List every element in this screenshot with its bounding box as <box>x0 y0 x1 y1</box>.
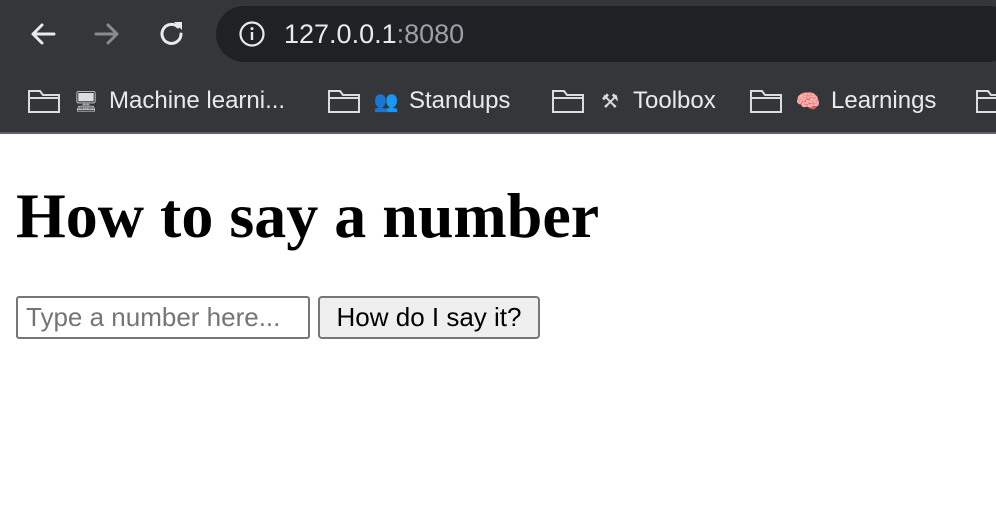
url-host: 127.0.0.1 <box>284 19 397 49</box>
folder-icon <box>328 90 360 113</box>
bookmark-label: Toolbox <box>633 87 716 114</box>
reload-button[interactable] <box>152 14 192 54</box>
bookmark-learnings[interactable]: 🧠 Learnings <box>749 68 936 134</box>
bookmark-toolbox[interactable]: ⚒ Toolbox <box>551 68 716 134</box>
folder-icon <box>28 90 60 113</box>
bookmark-machine-learning[interactable]: 🖥 Machine learni... <box>27 68 285 134</box>
forward-button[interactable] <box>87 14 127 54</box>
number-input[interactable] <box>16 296 310 339</box>
info-icon[interactable] <box>238 20 266 48</box>
reload-icon <box>160 22 183 45</box>
bookmarks-bar: 🖥 Machine learni... 👥 Standups ⚒ Toolbox… <box>0 68 996 134</box>
back-button[interactable] <box>23 14 63 54</box>
url-text[interactable]: 127.0.0.1:8080 <box>284 6 464 62</box>
arrow-left-icon <box>31 23 56 45</box>
bookmark-label: Standups <box>409 87 511 114</box>
address-bar[interactable]: 127.0.0.1:8080 <box>216 6 996 62</box>
page-title: How to say a number <box>16 180 600 251</box>
bookmark-overflow-folder[interactable] <box>975 68 996 134</box>
how-do-i-say-it-button[interactable]: How do I say it? <box>318 296 540 339</box>
page-content: How to say a number How do I say it? <box>0 136 996 520</box>
brain-icon: 🧠 <box>795 89 821 113</box>
bookmark-standups[interactable]: 👥 Standups <box>327 68 510 134</box>
arrow-right-icon <box>94 23 119 45</box>
people-icon: 👥 <box>373 89 399 113</box>
folder-icon <box>976 90 996 113</box>
url-port: :8080 <box>396 19 465 49</box>
bookmark-label: Learnings <box>831 87 937 114</box>
browser-toolbar: 127.0.0.1:8080 <box>0 0 996 68</box>
folder-icon <box>750 90 782 113</box>
hammer-pick-icon: ⚒ <box>601 89 619 113</box>
bookmark-label: Machine learni... <box>109 87 286 114</box>
folder-icon <box>552 90 584 113</box>
computer-icon: 🖥 <box>73 89 99 113</box>
